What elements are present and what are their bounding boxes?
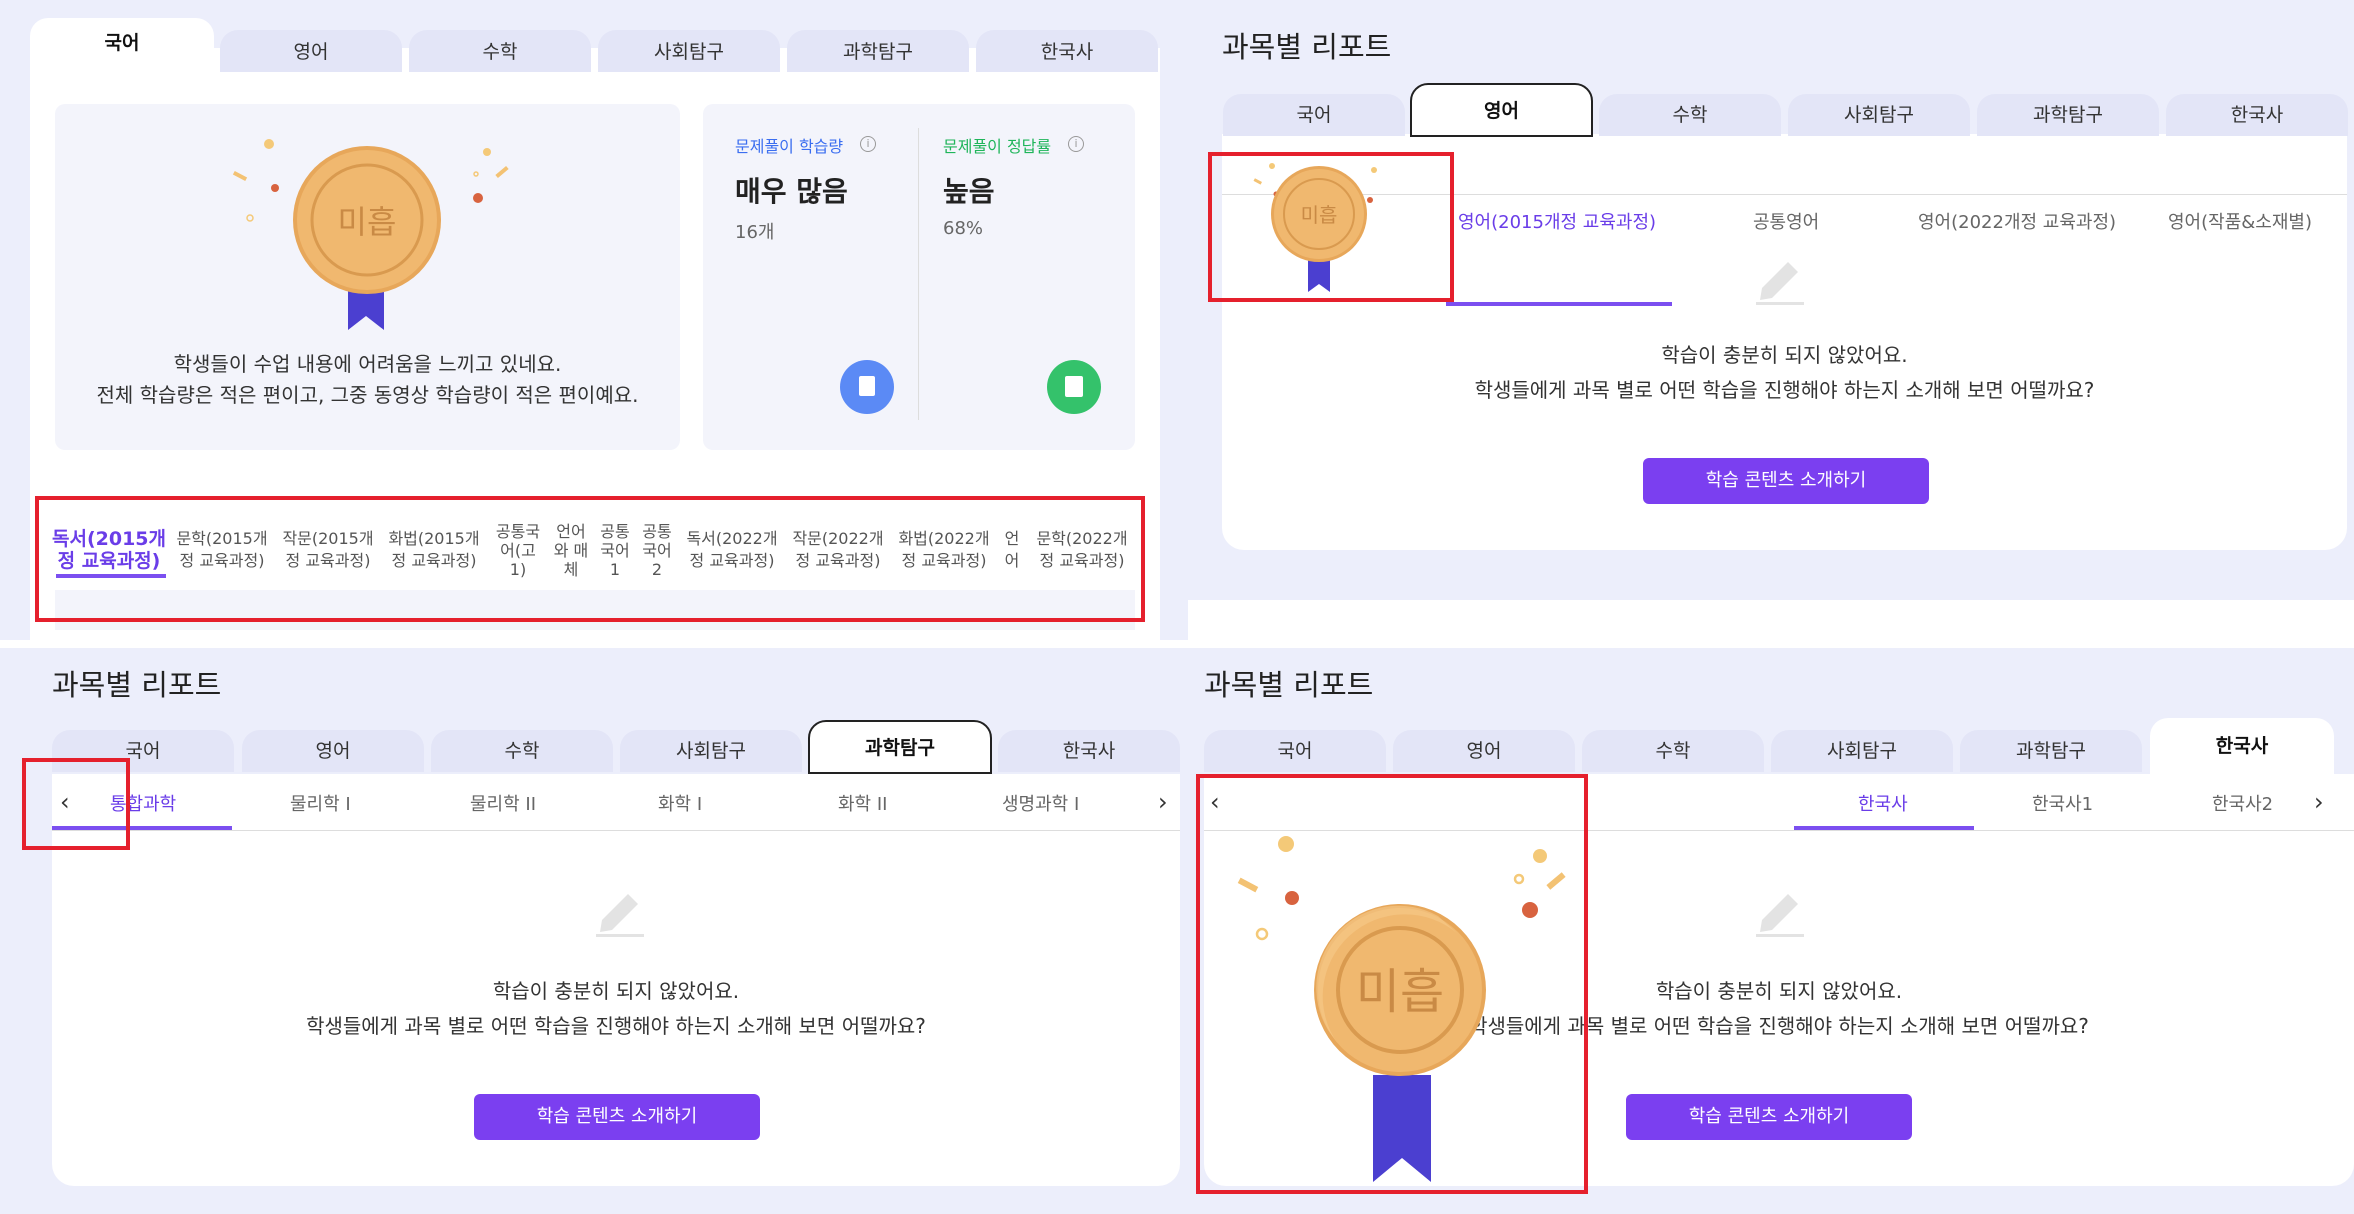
empty-line1: 학습이 충분히 되지 않았어요. xyxy=(492,979,740,1003)
tab-korean[interactable]: 국어 xyxy=(52,730,234,772)
medal-text: 미흡 xyxy=(1301,203,1338,227)
chevron-right-icon[interactable]: › xyxy=(2314,788,2324,816)
subtab-item[interactable]: 화법(2015개 정 교육과정) xyxy=(382,528,486,572)
subtab-divider-top xyxy=(1222,194,2347,195)
page-title: 과목별 리포트 xyxy=(1204,668,1374,702)
tab-science[interactable]: 과학탐구 xyxy=(787,30,969,72)
info-icon[interactable]: i xyxy=(1068,136,1084,152)
info-icon[interactable]: i xyxy=(860,136,876,152)
medal-desc-line1: 학생들이 수업 내용에 어려움을 느끼고 있네요. xyxy=(173,352,562,376)
tab-math[interactable]: 수학 xyxy=(1599,94,1781,136)
subtab-item[interactable]: 작문(2022개 정 교육과정) xyxy=(786,528,890,572)
subtab-item[interactable]: 화법(2022개 정 교육과정) xyxy=(892,528,996,572)
medal-text: 미흡 xyxy=(1356,964,1444,1020)
subtab-bar: 독서(2015개 정 교육과정) 문학(2015개 정 교육과정) 작문(2015개… xyxy=(52,520,1137,580)
stat-volume-value: 매우 많음 xyxy=(735,175,848,208)
pencil-icon xyxy=(1748,880,1808,940)
panel-science-report: 과목별 리포트 국어 영어 수학 사회탐구 과학탐구 한국사 ‹ 통합과학 물리… xyxy=(0,648,1188,1214)
tab-english[interactable]: 영어 xyxy=(1410,83,1593,137)
subtab-underline xyxy=(56,574,166,578)
subtab-item[interactable]: 공통국 어(고 1) xyxy=(488,522,548,579)
subtab-item[interactable]: 독서(2015개 정 교육과정) xyxy=(52,528,166,572)
subtab-item[interactable]: 문학(2015개 정 교육과정) xyxy=(170,528,274,572)
subtab-underline xyxy=(1446,302,1672,306)
subtab-korean-history-1[interactable]: 한국사1 xyxy=(2032,790,2093,816)
subtab-common-english[interactable]: 공통영어 xyxy=(1753,208,1819,234)
tab-social[interactable]: 사회탐구 xyxy=(1788,94,1970,136)
medal-desc-line2: 전체 학습량은 적은 편이고, 그중 동영상 학습량이 적은 편이예요. xyxy=(96,383,639,407)
tab-korean-history[interactable]: 한국사 xyxy=(2166,94,2348,136)
subtab-item[interactable]: 언어 xyxy=(998,528,1026,572)
subtab-physics-2[interactable]: 물리학 II xyxy=(470,790,536,816)
tab-social[interactable]: 사회탐구 xyxy=(620,730,802,772)
medal-badge: 미흡 xyxy=(1248,156,1388,296)
introduce-content-button[interactable]: 학습 콘텐츠 소개하기 xyxy=(1643,458,1929,504)
tab-korean-history[interactable]: 한국사 xyxy=(976,30,1158,72)
stat-volume-sub: 16개 xyxy=(735,222,775,243)
medal-text: 미흡 xyxy=(338,203,397,241)
empty-line1: 학습이 충분히 되지 않았어요. xyxy=(1661,343,1908,367)
tab-english[interactable]: 영어 xyxy=(1393,730,1575,772)
page-title: 과목별 리포트 xyxy=(1222,30,1392,64)
subtab-korean-history-2[interactable]: 한국사2 xyxy=(2212,790,2273,816)
tab-science[interactable]: 과학탐구 xyxy=(1960,730,2142,772)
subtab-chemistry-1[interactable]: 화학 I xyxy=(658,790,702,816)
subtab-item[interactable]: 독서(2022개 정 교육과정) xyxy=(680,528,784,572)
subtab-english-works[interactable]: 영어(작품&소재별) xyxy=(2168,208,2312,234)
stats-divider xyxy=(918,128,919,420)
tab-science[interactable]: 과학탐구 xyxy=(808,720,992,774)
panel-english-report: 과목별 리포트 국어 영어 수학 사회탐구 과학탐구 한국사 영어(2015개정… xyxy=(1188,0,2354,600)
chevron-right-icon[interactable]: › xyxy=(1158,788,1168,816)
check-note-icon xyxy=(1047,360,1101,414)
medal-badge: 미흡 xyxy=(212,130,512,335)
tab-korean-history[interactable]: 한국사 xyxy=(998,730,1180,772)
subtab-item[interactable]: 문학(2022개 정 교육과정) xyxy=(1030,528,1134,572)
subtab-item[interactable]: 공통 국어 1 xyxy=(594,522,636,579)
subtab-biology-1[interactable]: 생명과학 I xyxy=(1002,790,1079,816)
subtab-divider xyxy=(52,830,1180,831)
introduce-content-button[interactable]: 학습 콘텐츠 소개하기 xyxy=(474,1094,760,1140)
empty-line2: 학생들에게 과목 별로 어떤 학습을 진행해야 하는지 소개해 보면 어떨까요? xyxy=(306,1014,926,1038)
subtab-item[interactable]: 작문(2015개 정 교육과정) xyxy=(276,528,380,572)
stat-accuracy-value: 높음 xyxy=(943,175,995,208)
tab-english[interactable]: 영어 xyxy=(242,730,424,772)
tab-english[interactable]: 영어 xyxy=(220,30,402,72)
tab-science[interactable]: 과학탐구 xyxy=(1977,94,2159,136)
introduce-content-button[interactable]: 학습 콘텐츠 소개하기 xyxy=(1626,1094,1912,1140)
pencil-icon xyxy=(588,880,648,940)
empty-line2: 학생들에게 과목 별로 어떤 학습을 진행해야 하는지 소개해 보면 어떨까요? xyxy=(1474,378,2095,402)
page-title: 과목별 리포트 xyxy=(52,668,222,702)
subtab-integrated-science[interactable]: 통합과학 xyxy=(110,790,176,816)
tab-social[interactable]: 사회탐구 xyxy=(1771,730,1953,772)
medal-badge: 미흡 xyxy=(1228,830,1588,1190)
chevron-left-icon[interactable]: ‹ xyxy=(60,788,70,816)
subtab-english-2015[interactable]: 영어(2015개정 교육과정) xyxy=(1458,208,1656,234)
pencil-icon xyxy=(1748,248,1808,308)
subtab-physics-1[interactable]: 물리학 I xyxy=(290,790,351,816)
tab-math[interactable]: 수학 xyxy=(1582,730,1764,772)
content-strip xyxy=(55,590,1135,630)
subtab-korean-history[interactable]: 한국사 xyxy=(1858,790,1908,816)
panel-history-report: 과목별 리포트 국어 영어 수학 사회탐구 과학탐구 한국사 ‹ 한국사 한국사… xyxy=(1188,648,2354,1214)
subtab-english-2022[interactable]: 영어(2022개정 교육과정) xyxy=(1918,208,2116,234)
document-icon xyxy=(840,360,894,414)
subtab-chemistry-2[interactable]: 화학 II xyxy=(838,790,887,816)
chevron-left-icon[interactable]: ‹ xyxy=(1210,788,1220,816)
stat-accuracy-sub: 68% xyxy=(943,218,984,239)
tab-korean[interactable]: 국어 xyxy=(1223,94,1405,136)
stat-accuracy-label: 문제풀이 정답률 xyxy=(943,137,1052,156)
tab-math[interactable]: 수학 xyxy=(409,30,591,72)
tab-math[interactable]: 수학 xyxy=(431,730,613,772)
tab-korean[interactable]: 국어 xyxy=(30,18,214,68)
tab-korean[interactable]: 국어 xyxy=(1204,730,1386,772)
tab-social[interactable]: 사회탐구 xyxy=(598,30,780,72)
panel-korean-report: 국어 영어 수학 사회탐구 과학탐구 한국사 미흡 학생들이 수업 내용에 어려… xyxy=(0,0,1188,640)
stat-volume-label: 문제풀이 학습량 xyxy=(735,137,844,156)
tab-korean-history[interactable]: 한국사 xyxy=(2150,718,2334,774)
subtab-item[interactable]: 언어 와 매체 xyxy=(548,522,594,579)
subtab-item[interactable]: 공통 국어 2 xyxy=(636,522,678,579)
